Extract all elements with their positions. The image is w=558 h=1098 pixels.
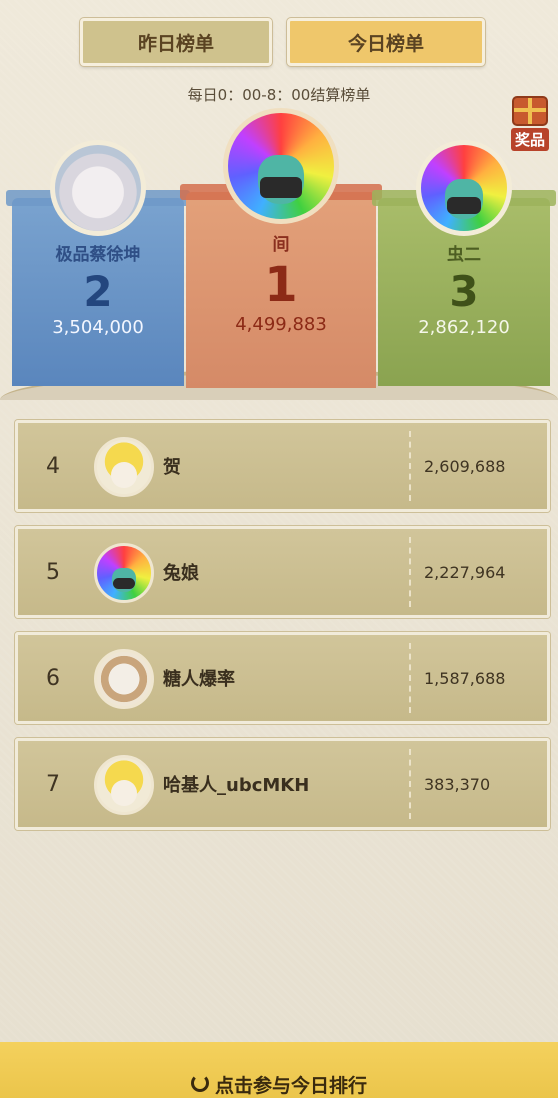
settlement-note: 每日0：00-8：00结算榜单 [187, 86, 371, 104]
join-ranking-button[interactable]: 点击参与今日排行 [0, 1042, 558, 1098]
avatar [94, 437, 154, 497]
player-score: 2,227,964 [424, 562, 506, 582]
avatar [94, 649, 154, 709]
join-ranking-label: 点击参与今日排行 [214, 1074, 367, 1097]
player-name: 虫二 [447, 245, 481, 265]
avatar-mask [446, 196, 482, 214]
rank-number: 5 [46, 559, 60, 585]
player-name: 间 [272, 235, 290, 255]
list-item[interactable]: 7 哈基人_ubcMKH 383,370 [15, 738, 550, 830]
leaderboard-tabs: 昨日榜单 今日榜单 [0, 18, 558, 66]
refresh-icon [190, 1074, 209, 1092]
list-item[interactable]: 6 糖人爆率 1,587,688 [15, 632, 550, 724]
avatar-mask [113, 578, 135, 590]
player-score: 383,370 [424, 774, 491, 794]
rank-number: 7 [46, 771, 60, 797]
avatar [94, 755, 154, 815]
avatar [94, 543, 154, 603]
list-item[interactable]: 5 兔娘 2,227,964 [15, 526, 550, 618]
rank-number: 2 [83, 267, 113, 316]
rank-number: 6 [46, 665, 60, 691]
player-name: 哈基人_ubcMKH [163, 775, 310, 796]
rank-number: 4 [46, 453, 60, 479]
podium-second[interactable]: 极品蔡徐坤 2 3,504,000 [6, 140, 190, 386]
podium-third[interactable]: 虫二 3 2,862,120 [372, 140, 556, 386]
player-name: 糖人爆率 [163, 669, 235, 690]
player-score: 3,504,000 [52, 317, 144, 339]
avatar-face [111, 779, 137, 806]
avatar-face [111, 461, 137, 488]
divider [409, 643, 411, 713]
gift-icon [512, 96, 548, 126]
player-score: 4,499,883 [235, 313, 327, 335]
list-item[interactable]: 4 贺 2,609,688 [15, 420, 550, 512]
player-score: 2,609,688 [424, 456, 506, 476]
rank-number: 1 [264, 257, 298, 313]
avatar [223, 108, 339, 224]
player-score: 2,862,120 [418, 317, 510, 339]
player-name: 贺 [163, 457, 181, 478]
divider [409, 431, 411, 501]
divider [409, 537, 411, 607]
player-score: 1,587,688 [424, 668, 506, 688]
tab-today[interactable]: 今日榜单 [287, 18, 485, 66]
divider [409, 749, 411, 819]
tab-yesterday[interactable]: 昨日榜单 [80, 18, 272, 66]
player-name: 极品蔡徐坤 [55, 245, 141, 265]
player-name: 兔娘 [163, 563, 199, 584]
podium-first[interactable]: 间 1 4,499,883 [180, 108, 382, 388]
avatar [50, 140, 146, 236]
avatar-mask [259, 176, 303, 198]
rank-number: 3 [449, 267, 479, 316]
avatar [416, 140, 512, 236]
ranking-list: 4 贺 2,609,688 5 兔娘 2,227,964 6 糖人爆率 1,58… [15, 420, 550, 844]
